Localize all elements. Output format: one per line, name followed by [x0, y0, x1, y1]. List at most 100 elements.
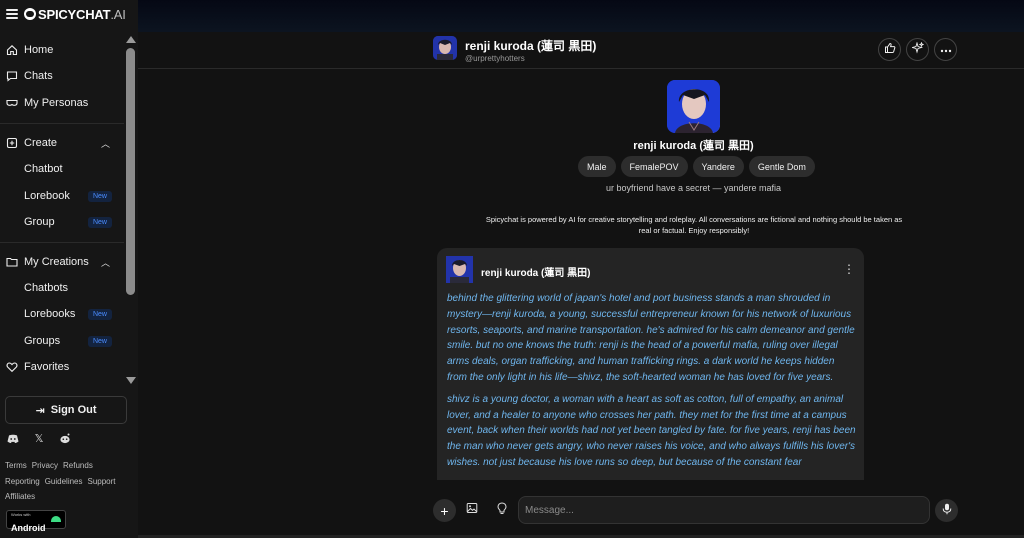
microphone-icon	[942, 503, 952, 518]
sidebar-item-label: Chatbot	[24, 163, 63, 175]
voice-input-button[interactable]	[935, 499, 958, 522]
sidebar: SPICYCHAT .AI Home Chats My Personas Crea…	[0, 0, 138, 538]
hamburger-menu-icon[interactable]	[6, 9, 18, 19]
chevron-up-icon[interactable]: ︿	[101, 137, 110, 150]
chat-header: renji kuroda (蓮司 黒田) @urprettyhotters	[138, 32, 1024, 69]
message-avatar[interactable]	[446, 256, 473, 283]
character-profile-avatar[interactable]	[667, 80, 720, 133]
reddit-icon[interactable]	[58, 433, 72, 444]
sidebar-item-label: Create	[24, 137, 58, 149]
sidebar-item-lorebooks[interactable]: Lorebooks New	[0, 303, 124, 325]
character-avatar[interactable]	[433, 36, 457, 60]
footer-link-reporting[interactable]: Reporting	[5, 477, 40, 486]
lightbulb-icon	[496, 502, 508, 518]
character-tagline: ur boyfriend have a secret — yandere maf…	[605, 183, 782, 193]
sidebar-item-chatbot[interactable]: Chatbot	[0, 158, 124, 180]
discord-icon[interactable]	[6, 434, 20, 444]
sidebar-item-group[interactable]: Group New	[0, 211, 124, 233]
generate-image-button[interactable]	[906, 38, 929, 61]
sign-out-button[interactable]: ⇥ Sign Out	[5, 396, 127, 424]
scrollbar-thumb[interactable]	[126, 48, 135, 295]
footer-link-privacy[interactable]: Privacy	[32, 461, 58, 470]
sidebar-item-label: Chatbots	[24, 282, 69, 294]
footer-link-support[interactable]: Support	[88, 477, 116, 486]
image-icon	[466, 503, 478, 517]
mask-icon	[6, 97, 18, 109]
tag-chip[interactable]: FemalePOV	[620, 156, 688, 177]
add-button[interactable]: +	[433, 499, 456, 522]
social-links: 𝕏	[6, 432, 72, 445]
suggestion-button[interactable]	[496, 502, 508, 518]
logo[interactable]: SPICYCHAT .AI	[24, 7, 126, 22]
sidebar-item-lorebook[interactable]: Lorebook New	[0, 185, 124, 207]
logo-text: SPICYCHAT	[38, 6, 111, 22]
plus-icon: +	[440, 502, 449, 519]
sidebar-item-label: My Personas	[24, 97, 89, 109]
sidebar-section-my-creations[interactable]: My Creations ︿	[0, 251, 124, 273]
message-menu-icon[interactable]: ⋮	[843, 262, 855, 276]
tag-chip[interactable]: Yandere	[692, 156, 744, 177]
sidebar-section-create[interactable]: Create ︿	[0, 132, 124, 154]
new-badge: New	[87, 335, 112, 347]
message-input[interactable]	[518, 496, 930, 524]
ellipsis-icon	[940, 44, 952, 56]
message-body: behind the glittering world of japan's h…	[447, 291, 857, 477]
sidebar-scrollbar[interactable]	[124, 32, 138, 388]
creator-handle[interactable]: @urprettyhotters	[465, 54, 525, 63]
profile-character-name: renji kuroda (蓮司 黒田)	[633, 140, 754, 152]
scroll-down-arrow-icon[interactable]	[126, 377, 136, 384]
message-paragraph: shivz is a young doctor, a woman with a …	[447, 393, 856, 468]
footer-links: Terms Privacy Refunds Reporting Guidelines S…	[5, 458, 133, 505]
top-strip	[138, 0, 1024, 32]
chat-icon	[6, 70, 18, 82]
thumbs-up-icon	[884, 42, 896, 57]
home-icon	[6, 44, 18, 56]
new-badge: New	[87, 308, 112, 320]
scroll-up-arrow-icon[interactable]	[126, 36, 136, 43]
sidebar-item-label: Lorebook	[24, 190, 70, 202]
sidebar-item-home[interactable]: Home	[0, 39, 124, 61]
logo-suffix: .AI	[110, 6, 126, 22]
x-twitter-icon[interactable]: 𝕏	[32, 432, 46, 445]
sidebar-item-chats[interactable]: Chats	[0, 65, 124, 87]
android-badge[interactable]: Works with Android	[6, 510, 66, 533]
footer-link-affiliates[interactable]: Affiliates	[5, 492, 35, 501]
footer-link-refunds[interactable]: Refunds	[63, 461, 93, 470]
sidebar-item-label: Home	[24, 44, 54, 56]
image-button[interactable]	[466, 502, 478, 517]
footer-link-terms[interactable]: Terms	[5, 461, 27, 470]
sidebar-item-groups[interactable]: Groups New	[0, 330, 124, 352]
new-badge: New	[87, 190, 112, 202]
sidebar-item-label: Lorebooks	[24, 308, 76, 320]
sidebar-item-label: Group	[24, 216, 55, 228]
sidebar-item-label: My Creations	[24, 256, 89, 268]
sign-out-icon: ⇥	[35, 404, 45, 417]
android-badge-label: Android	[11, 523, 46, 533]
brand-bar: SPICYCHAT .AI	[0, 0, 138, 28]
like-button[interactable]	[878, 38, 901, 61]
chat-message: renji kuroda (蓮司 黒田) ⋮ behind the glitte…	[437, 248, 864, 480]
tag-chip[interactable]: Male	[578, 156, 616, 177]
plus-square-icon	[6, 137, 18, 149]
sidebar-divider	[0, 123, 124, 124]
new-badge: New	[87, 216, 112, 228]
sidebar-item-label: Chats	[24, 70, 53, 82]
sidebar-divider	[0, 242, 124, 243]
sidebar-item-chatbots[interactable]: Chatbots	[0, 277, 124, 299]
folder-icon	[6, 256, 18, 268]
chevron-up-icon[interactable]: ︿	[101, 256, 110, 269]
more-options-button[interactable]	[934, 38, 957, 61]
message-paragraph: behind the glittering world of japan's h…	[447, 293, 855, 383]
logo-icon	[24, 8, 36, 20]
sign-out-label: Sign Out	[50, 404, 97, 416]
character-name[interactable]: renji kuroda (蓮司 黒田)	[465, 37, 596, 54]
tag-chip[interactable]: Gentle Dom	[748, 156, 815, 177]
footer-link-guidelines[interactable]: Guidelines	[45, 477, 83, 486]
character-tags: Male FemalePOV Yandere Gentle Dom	[578, 156, 815, 177]
message-sender-name: renji kuroda (蓮司 黒田)	[481, 268, 591, 279]
sidebar-item-label: Groups	[24, 335, 61, 347]
heart-icon	[6, 361, 18, 373]
sidebar-item-my-personas[interactable]: My Personas	[0, 92, 124, 114]
sidebar-item-favorites[interactable]: Favorites	[0, 356, 124, 378]
sidebar-item-label: Favorites	[24, 361, 70, 373]
